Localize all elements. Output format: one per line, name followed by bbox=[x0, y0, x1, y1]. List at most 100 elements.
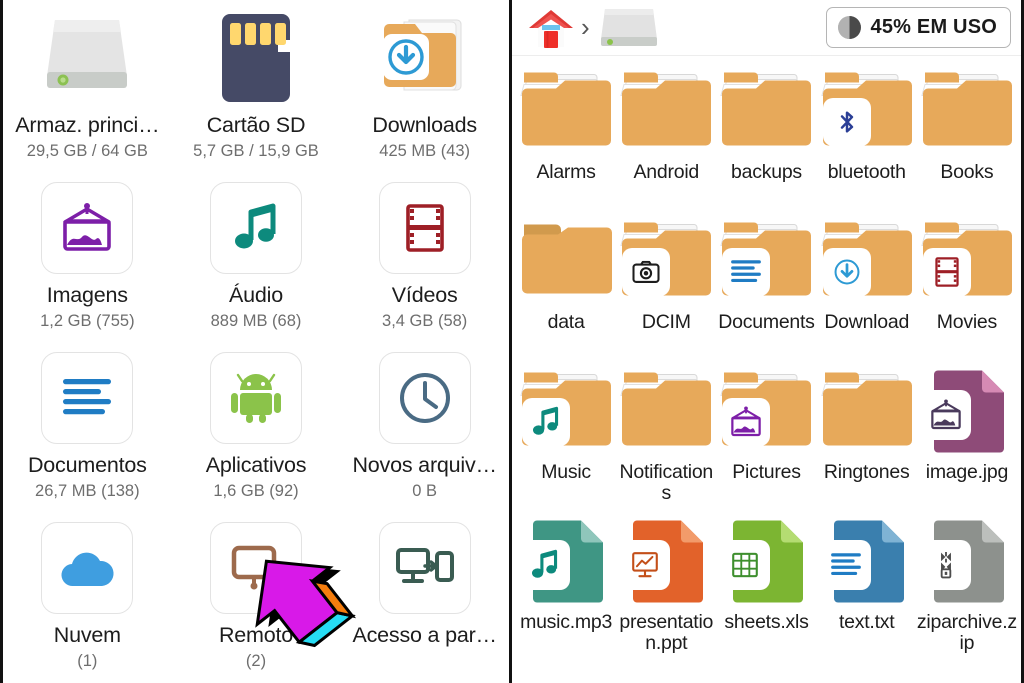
file-item-data[interactable]: data bbox=[516, 214, 616, 364]
picture-icon bbox=[920, 390, 971, 440]
file-item-label: Pictures bbox=[732, 461, 801, 483]
folder-icon bbox=[819, 218, 915, 310]
film-icon bbox=[373, 178, 477, 278]
file-item-presentation-ppt[interactable]: presentation.ppt bbox=[616, 514, 716, 664]
file-item-music-mp3[interactable]: music.mp3 bbox=[516, 514, 616, 664]
chevron-right-icon: › bbox=[581, 12, 590, 42]
file-item-label: Books bbox=[940, 161, 994, 183]
storage-item-acesso-a-par[interactable]: Acesso a par… bbox=[340, 512, 509, 682]
document-lines-icon bbox=[820, 540, 871, 590]
storage-overview-panel: Armaz. princi… 29,5 GB / 64 GB Cartão SD 5,… bbox=[0, 0, 509, 683]
breadcrumb: › 45% EM USO bbox=[512, 0, 1021, 56]
file-item-notifications[interactable]: Notifications bbox=[616, 364, 716, 514]
storage-item-imagens[interactable]: Imagens 1,2 GB (755) bbox=[3, 172, 172, 342]
folder-icon bbox=[718, 368, 814, 460]
file-grid: Alarms Android backups bluetooth Books data DC… bbox=[512, 56, 1021, 664]
storage-item-downloads[interactable]: Downloads 425 MB (43) bbox=[340, 2, 509, 172]
file-image-icon bbox=[919, 368, 1015, 460]
folder-icon bbox=[518, 368, 614, 460]
folder-icon bbox=[618, 368, 714, 460]
storage-item-label: Remoto bbox=[218, 623, 294, 647]
file-item-ringtones[interactable]: Ringtones bbox=[817, 364, 917, 514]
file-item-bluetooth[interactable]: bluetooth bbox=[817, 64, 917, 214]
storage-item-label: Aplicativos bbox=[205, 453, 307, 477]
file-item-ziparchive-zip[interactable]: ziparchive.zip bbox=[917, 514, 1017, 664]
file-item-label: Documents bbox=[718, 311, 815, 333]
document-lines-icon bbox=[35, 348, 139, 448]
file-item-label: sheets.xls bbox=[724, 611, 809, 633]
storage-usage-badge[interactable]: 45% EM USO bbox=[825, 7, 1011, 48]
folder-icon bbox=[520, 221, 613, 308]
file-item-label: Ringtones bbox=[823, 461, 910, 483]
file-item-label: text.txt bbox=[838, 611, 895, 633]
file-item-sheets-xls[interactable]: sheets.xls bbox=[716, 514, 816, 664]
file-text-icon bbox=[819, 518, 915, 610]
file-item-dcim[interactable]: DCIM bbox=[616, 214, 716, 364]
file-item-movies[interactable]: Movies bbox=[917, 214, 1017, 364]
file-item-label: Alarms bbox=[536, 161, 596, 183]
folder-icon bbox=[919, 218, 1015, 310]
folder-icon bbox=[819, 368, 915, 460]
usage-label: 45% EM USO bbox=[870, 16, 997, 38]
folder-icon bbox=[520, 71, 612, 158]
storage-item-size: 1,2 GB (755) bbox=[40, 312, 135, 330]
file-item-text-txt[interactable]: text.txt bbox=[817, 514, 917, 664]
file-item-label: Notifications bbox=[619, 461, 714, 505]
file-item-backups[interactable]: backups bbox=[716, 64, 816, 214]
folder-icon bbox=[620, 371, 712, 458]
storage-item-size: (1) bbox=[77, 652, 98, 670]
home-icon[interactable] bbox=[528, 6, 574, 50]
file-item-documents[interactable]: Documents bbox=[716, 214, 816, 364]
file-item-label: Download bbox=[824, 311, 910, 333]
downloads-folder-icon bbox=[373, 8, 477, 108]
file-spreadsheet-icon bbox=[718, 518, 814, 610]
storage-item-novos-arquiv[interactable]: Novos arquiv… 0 B bbox=[340, 342, 509, 512]
document-lines-icon bbox=[722, 248, 771, 296]
picture-icon bbox=[35, 178, 139, 278]
file-item-download[interactable]: Download bbox=[817, 214, 917, 364]
storage-item-label: Imagens bbox=[46, 283, 128, 307]
storage-item-documentos[interactable]: Documentos 26,7 MB (138) bbox=[3, 342, 172, 512]
storage-item-label: Nuvem bbox=[53, 623, 121, 647]
file-item-label: data bbox=[547, 311, 585, 333]
music-note-icon bbox=[204, 178, 308, 278]
file-browser-panel: › 45% EM USO Alarms Android backups blue… bbox=[509, 0, 1024, 683]
file-item-label: music.mp3 bbox=[520, 611, 613, 633]
storage-item-nuvem[interactable]: Nuvem (1) bbox=[3, 512, 172, 682]
screen-share-icon bbox=[373, 518, 477, 618]
folder-icon bbox=[919, 68, 1015, 160]
file-item-label: ziparchive.zip bbox=[916, 611, 1017, 655]
storage-item-label: Vídeos bbox=[391, 283, 458, 307]
file-item-alarms[interactable]: Alarms bbox=[516, 64, 616, 214]
hard-drive-icon[interactable] bbox=[599, 5, 659, 51]
zipper-icon bbox=[920, 540, 971, 590]
storage-item-label: Acesso a par… bbox=[352, 623, 497, 647]
file-item-label: Android bbox=[633, 161, 700, 183]
file-item-label: presentation.ppt bbox=[619, 611, 714, 655]
grid-table-icon bbox=[720, 540, 771, 590]
file-item-label: bluetooth bbox=[827, 161, 906, 183]
storage-grid: Armaz. princi… 29,5 GB / 64 GB Cartão SD 5,… bbox=[3, 0, 509, 682]
storage-item-armaz-princi[interactable]: Armaz. princi… 29,5 GB / 64 GB bbox=[3, 2, 172, 172]
pie-chart-icon bbox=[837, 15, 862, 40]
folder-icon bbox=[518, 218, 614, 310]
folder-icon bbox=[921, 71, 1013, 158]
storage-item-v-deos[interactable]: Vídeos 3,4 GB (58) bbox=[340, 172, 509, 342]
file-item-books[interactable]: Books bbox=[917, 64, 1017, 214]
remote-monitor-icon bbox=[204, 518, 308, 618]
file-item-android[interactable]: Android bbox=[616, 64, 716, 214]
storage-item-aplicativos[interactable]: Aplicativos 1,6 GB (92) bbox=[172, 342, 341, 512]
sd-card-icon bbox=[204, 8, 308, 108]
picture-icon bbox=[722, 398, 771, 446]
file-item-music[interactable]: Music bbox=[516, 364, 616, 514]
file-item-image-jpg[interactable]: image.jpg bbox=[917, 364, 1017, 514]
folder-icon bbox=[518, 68, 614, 160]
file-item-pictures[interactable]: Pictures bbox=[716, 364, 816, 514]
storage-item-cart-o-sd[interactable]: Cartão SD 5,7 GB / 15,9 GB bbox=[172, 2, 341, 172]
storage-item--udio[interactable]: Áudio 889 MB (68) bbox=[172, 172, 341, 342]
folder-icon bbox=[618, 218, 714, 310]
storage-item-remoto[interactable]: Remoto (2) bbox=[172, 512, 341, 682]
storage-item-size: 29,5 GB / 64 GB bbox=[26, 142, 148, 160]
folder-icon bbox=[720, 71, 812, 158]
folder-icon bbox=[618, 68, 714, 160]
